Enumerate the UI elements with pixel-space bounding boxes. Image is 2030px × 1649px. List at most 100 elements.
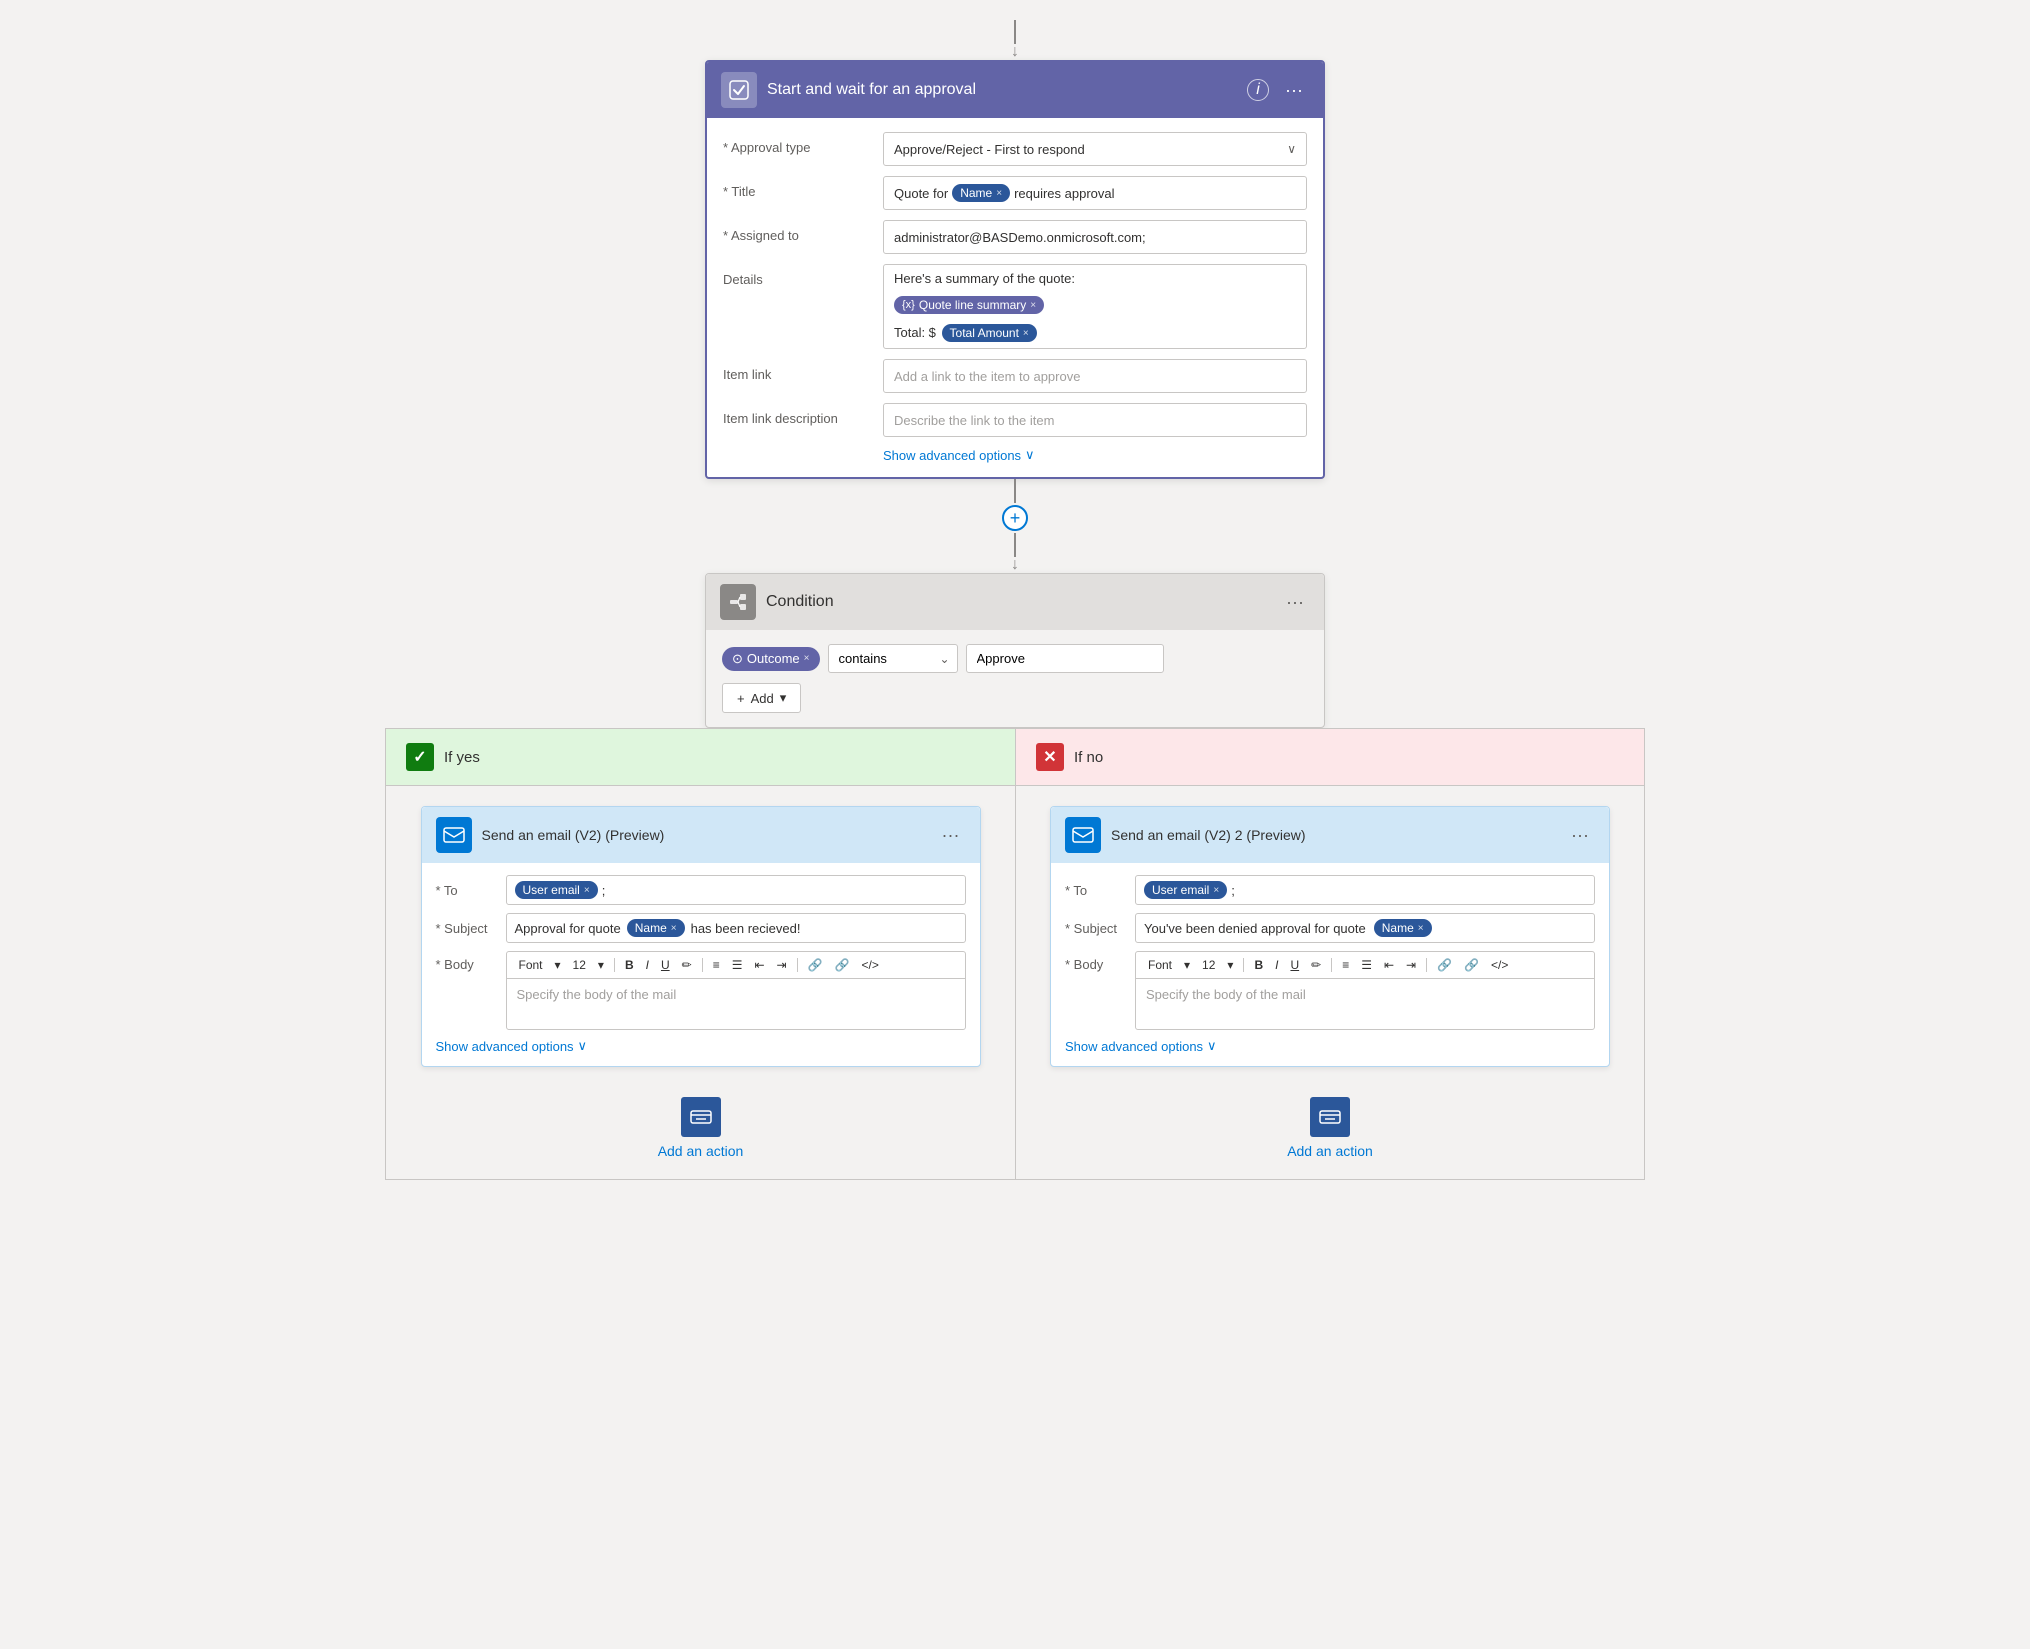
main-container: ↓ Start and wait for an approval i ··· [0, 0, 2030, 1180]
toolbar-sep2-yes [702, 958, 703, 972]
email-subject-field-no[interactable]: You've been denied approval for quote Na… [1135, 913, 1595, 943]
color-btn-no[interactable]: ✏ [1307, 956, 1325, 974]
approval-dots-button[interactable]: ··· [1279, 78, 1309, 103]
assigned-to-field[interactable]: administrator@BASDemo.onmicrosoft.com; [883, 220, 1307, 254]
condition-header: Condition ··· [706, 574, 1324, 630]
font-size-no[interactable]: 12 [1198, 956, 1219, 974]
email-subject-prefix-no: You've been denied approval for quote [1144, 921, 1366, 936]
branch-yes: ✓ If yes Send an em [385, 728, 1015, 1180]
italic-btn-no[interactable]: I [1271, 956, 1282, 974]
email-to-row-yes: * To User email × ; [436, 875, 966, 905]
indent-right-yes[interactable]: ⇥ [773, 956, 791, 974]
condition-add-button[interactable]: + Add ▾ [722, 683, 801, 713]
condition-operator-select[interactable]: contains [828, 644, 958, 673]
email-body-content-no[interactable]: Specify the body of the mail [1136, 979, 1594, 1029]
code-btn-yes[interactable]: </> [858, 956, 883, 974]
details-field[interactable]: Here's a summary of the quote: {x} Quote… [883, 264, 1307, 349]
link-btn-yes[interactable]: 🔗 [804, 956, 827, 974]
item-link-field[interactable]: Add a link to the item to approve [883, 359, 1307, 393]
top-arrow-icon: ↓ [1011, 44, 1019, 60]
details-token2[interactable]: Total Amount × [942, 324, 1037, 342]
email-subject-label-yes: * Subject [436, 921, 506, 936]
add-action-button-yes[interactable]: Add an action [658, 1097, 744, 1159]
ol-btn-no[interactable]: ☰ [1357, 956, 1376, 974]
ol-btn-yes[interactable]: ☰ [728, 956, 747, 974]
approval-header-right: i ··· [1247, 78, 1309, 103]
email-subject-field-yes[interactable]: Approval for quote Name × has been recie… [506, 913, 966, 943]
condition-token-close-icon[interactable]: × [804, 653, 810, 664]
bold-btn-yes[interactable]: B [621, 956, 638, 974]
details-token2-close-icon[interactable]: × [1023, 328, 1029, 339]
email-subject-token-yes[interactable]: Name × [627, 919, 685, 937]
underline-btn-yes[interactable]: U [657, 956, 674, 974]
link-btn-no[interactable]: 🔗 [1433, 956, 1456, 974]
condition-operator-wrapper: contains [828, 644, 958, 673]
approval-type-field[interactable]: Approve/Reject - First to respond ∨ [883, 132, 1307, 166]
email-body-editor-yes[interactable]: Font ▾ 12 ▾ B I U ✏ [506, 951, 966, 1030]
email-to-token-close-yes[interactable]: × [584, 885, 590, 896]
email-subject-token-close-yes[interactable]: × [671, 923, 677, 934]
email-to-token-no[interactable]: User email × [1144, 881, 1227, 899]
email-subject-token-close-no[interactable]: × [1418, 923, 1424, 934]
title-token-close-icon[interactable]: × [996, 188, 1002, 199]
approval-type-label: * Approval type [723, 132, 883, 155]
indent-right-no[interactable]: ⇥ [1402, 956, 1420, 974]
font-select-no[interactable]: Font [1144, 956, 1176, 974]
indent-left-yes[interactable]: ⇤ [750, 956, 768, 974]
approval-type-value: Approve/Reject - First to respond [894, 142, 1085, 157]
font-size-yes[interactable]: 12 [569, 956, 590, 974]
font-size-dropdown-no[interactable]: ▾ [1223, 956, 1237, 974]
approval-show-advanced[interactable]: Show advanced options ∨ [723, 447, 1307, 463]
email-body-yes: * To User email × ; * Subject [422, 863, 980, 1066]
add-step-button[interactable]: + [1002, 505, 1028, 531]
email-show-advanced-label-yes: Show advanced options [436, 1039, 574, 1054]
approval-info-button[interactable]: i [1247, 79, 1269, 101]
add-action-wrap-yes: Add an action [658, 1097, 744, 1159]
item-link-desc-field[interactable]: Describe the link to the item [883, 403, 1307, 437]
font-dropdown-icon-no[interactable]: ▾ [1180, 956, 1194, 974]
title-field[interactable]: Quote for Name × requires approval [883, 176, 1307, 210]
font-size-dropdown-yes[interactable]: ▾ [594, 956, 608, 974]
condition-value-input[interactable] [966, 644, 1164, 673]
unlink-btn-no[interactable]: 🔗 [1460, 956, 1483, 974]
bold-btn-no[interactable]: B [1250, 956, 1267, 974]
email-show-advanced-yes[interactable]: Show advanced options ∨ [436, 1038, 966, 1054]
condition-outcome-token[interactable]: ⊙ Outcome × [722, 647, 820, 671]
indent-left-no[interactable]: ⇤ [1380, 956, 1398, 974]
email-to-field-yes[interactable]: User email × ; [506, 875, 966, 905]
details-token1-close-icon[interactable]: × [1030, 300, 1036, 311]
add-action-button-no[interactable]: Add an action [1287, 1097, 1373, 1159]
approval-show-advanced-label: Show advanced options [883, 448, 1021, 463]
underline-btn-no[interactable]: U [1286, 956, 1303, 974]
email-body-content-yes[interactable]: Specify the body of the mail [507, 979, 965, 1029]
details-token1[interactable]: {x} Quote line summary × [894, 296, 1044, 314]
condition-dots-button[interactable]: ··· [1280, 590, 1310, 615]
font-dropdown-icon-yes[interactable]: ▾ [551, 956, 565, 974]
condition-title: Condition [766, 593, 834, 611]
email-body-editor-no[interactable]: Font ▾ 12 ▾ B I U ✏ [1135, 951, 1595, 1030]
email-to-row-no: * To User email × ; [1065, 875, 1595, 905]
title-name-token[interactable]: Name × [952, 184, 1010, 202]
email-dots-yes-button[interactable]: ··· [936, 823, 966, 848]
email-to-token-yes[interactable]: User email × [515, 881, 598, 899]
italic-btn-yes[interactable]: I [642, 956, 653, 974]
condition-expression-row: ⊙ Outcome × contains [722, 644, 1308, 673]
add-action-label-yes: Add an action [658, 1143, 744, 1159]
email-to-token-close-no[interactable]: × [1213, 885, 1219, 896]
email-to-field-no[interactable]: User email × ; [1135, 875, 1595, 905]
font-select-yes[interactable]: Font [515, 956, 547, 974]
approval-header-left: Start and wait for an approval [721, 72, 976, 108]
color-btn-yes[interactable]: ✏ [678, 956, 696, 974]
email-show-advanced-no[interactable]: Show advanced options ∨ [1065, 1038, 1595, 1054]
code-btn-no[interactable]: </> [1487, 956, 1512, 974]
unlink-btn-yes[interactable]: 🔗 [831, 956, 854, 974]
email-to-suffix-no: ; [1231, 883, 1235, 898]
branch-yes-header: ✓ If yes [385, 728, 1015, 786]
email-subject-token-no[interactable]: Name × [1374, 919, 1432, 937]
assigned-to-value: administrator@BASDemo.onmicrosoft.com; [894, 230, 1146, 245]
email-header-yes-left: Send an email (V2) (Preview) [436, 817, 665, 853]
ul-btn-yes[interactable]: ≡ [709, 956, 724, 974]
email-dots-no-button[interactable]: ··· [1565, 823, 1595, 848]
title-prefix: Quote for [894, 186, 948, 201]
ul-btn-no[interactable]: ≡ [1338, 956, 1353, 974]
